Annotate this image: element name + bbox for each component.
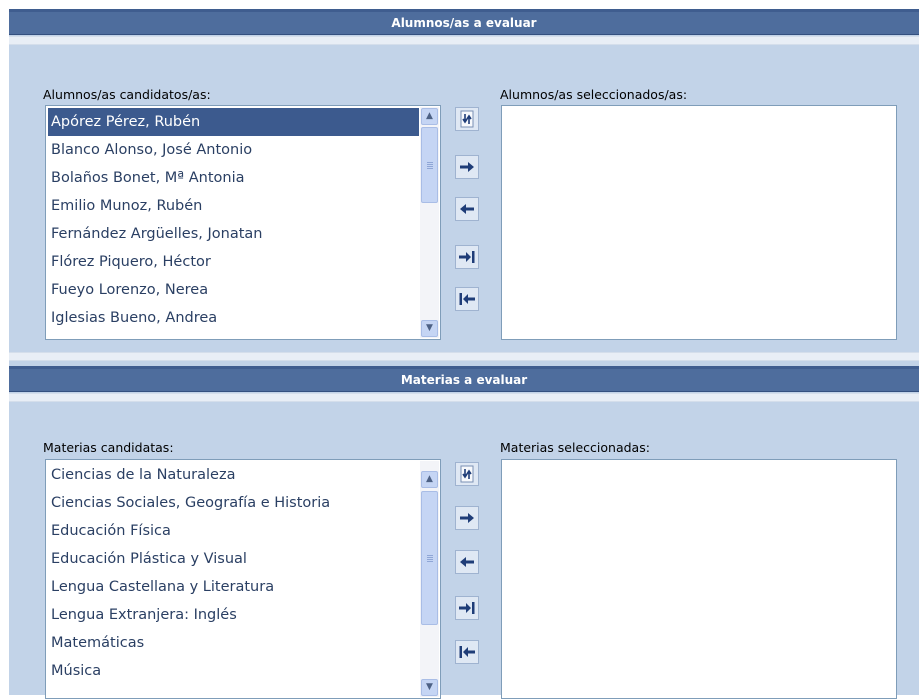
alumnos-panel: Alumnos/as a evaluar Alumnos/as candidat…	[9, 9, 919, 366]
panel-band	[9, 352, 919, 361]
list-item[interactable]: Matemáticas	[48, 629, 419, 657]
materias-panel: Materias a evaluar Materias candidatas: …	[9, 366, 919, 699]
move-all-right-button[interactable]	[455, 596, 479, 620]
move-left-button[interactable]	[455, 197, 479, 221]
move-left-icon	[460, 204, 474, 214]
scroll-down-icon[interactable]: ▼	[421, 679, 438, 696]
list-item[interactable]: Flórez Piquero, Héctor	[48, 248, 419, 276]
alumnos-panel-title: Alumnos/as a evaluar	[9, 12, 919, 35]
list-item[interactable]: Ciencias Sociales, Geografía e Historia	[48, 489, 419, 517]
panel-band	[9, 36, 919, 45]
list-item[interactable]: Iglesias Bueno, Andrea	[48, 304, 419, 332]
move-all-right-icon	[459, 251, 475, 263]
scrollbar-thumb[interactable]	[421, 127, 438, 203]
swap-button[interactable]	[455, 462, 479, 486]
list-item[interactable]: Fernández Argüelles, Jonatan	[48, 220, 419, 248]
grip-line	[427, 162, 433, 163]
list-item[interactable]: Emilio Munoz, Rubén	[48, 192, 419, 220]
grip-line	[427, 164, 433, 165]
move-right-icon	[460, 513, 474, 523]
move-left-icon	[460, 557, 474, 567]
move-right-button[interactable]	[455, 506, 479, 530]
grip-line	[427, 166, 433, 167]
alumnos-selected-label: Alumnos/as seleccionados/as:	[500, 87, 688, 102]
grip-line	[427, 559, 433, 560]
list-item[interactable]: Fueyo Lorenzo, Nerea	[48, 276, 419, 304]
grip-line	[427, 168, 433, 169]
vertical-scrollbar[interactable]: ▲ ▼	[420, 107, 439, 338]
materias-selected-label: Materias seleccionadas:	[500, 440, 650, 455]
alumnos-candidates-listbox[interactable]: Apórez Pérez, Rubén Blanco Alonso, José …	[45, 105, 441, 340]
scroll-up-icon[interactable]: ▲	[421, 108, 438, 125]
move-all-right-button[interactable]	[455, 245, 479, 269]
grip-line	[427, 555, 433, 556]
materias-candidates-label: Materias candidatas:	[43, 440, 174, 455]
materias-panel-title: Materias a evaluar	[9, 369, 919, 392]
list-item[interactable]: Lengua Extranjera: Inglés	[48, 601, 419, 629]
list-item[interactable]: Educación Plástica y Visual	[48, 545, 419, 573]
panel-band	[9, 393, 919, 402]
move-right-button[interactable]	[455, 155, 479, 179]
move-all-right-icon	[459, 602, 475, 614]
grip-line	[427, 561, 433, 562]
list-item[interactable]: Bolaños Bonet, Mª Antonia	[48, 164, 419, 192]
materias-selected-listbox[interactable]	[501, 459, 897, 699]
list-item[interactable]: Educación Física	[48, 517, 419, 545]
grip-line	[427, 557, 433, 558]
alumnos-selected-listbox[interactable]	[501, 105, 897, 340]
swap-icon	[460, 110, 474, 128]
scroll-down-icon[interactable]: ▼	[421, 320, 438, 337]
swap-icon	[460, 465, 474, 483]
list-item[interactable]: Música	[48, 657, 419, 685]
list-item[interactable]: Blanco Alonso, José Antonio	[48, 136, 419, 164]
scrollbar-thumb[interactable]	[421, 491, 438, 625]
alumnos-candidates-label: Alumnos/as candidatos/as:	[43, 87, 211, 102]
move-all-left-icon	[459, 646, 475, 658]
scroll-up-icon[interactable]: ▲	[421, 471, 438, 488]
list-item[interactable]: Apórez Pérez, Rubén	[48, 108, 419, 136]
move-left-button[interactable]	[455, 550, 479, 574]
move-all-left-button[interactable]	[455, 640, 479, 664]
move-all-left-button[interactable]	[455, 287, 479, 311]
move-all-left-icon	[459, 293, 475, 305]
vertical-scrollbar[interactable]: ▲ ▼	[420, 461, 439, 697]
list-item[interactable]: Lengua Castellana y Literatura	[48, 573, 419, 601]
materias-candidates-listbox[interactable]: Ciencias de la Naturaleza Ciencias Socia…	[45, 459, 441, 699]
swap-button[interactable]	[455, 107, 479, 131]
list-item[interactable]: Ciencias de la Naturaleza	[48, 461, 419, 489]
move-right-icon	[460, 162, 474, 172]
